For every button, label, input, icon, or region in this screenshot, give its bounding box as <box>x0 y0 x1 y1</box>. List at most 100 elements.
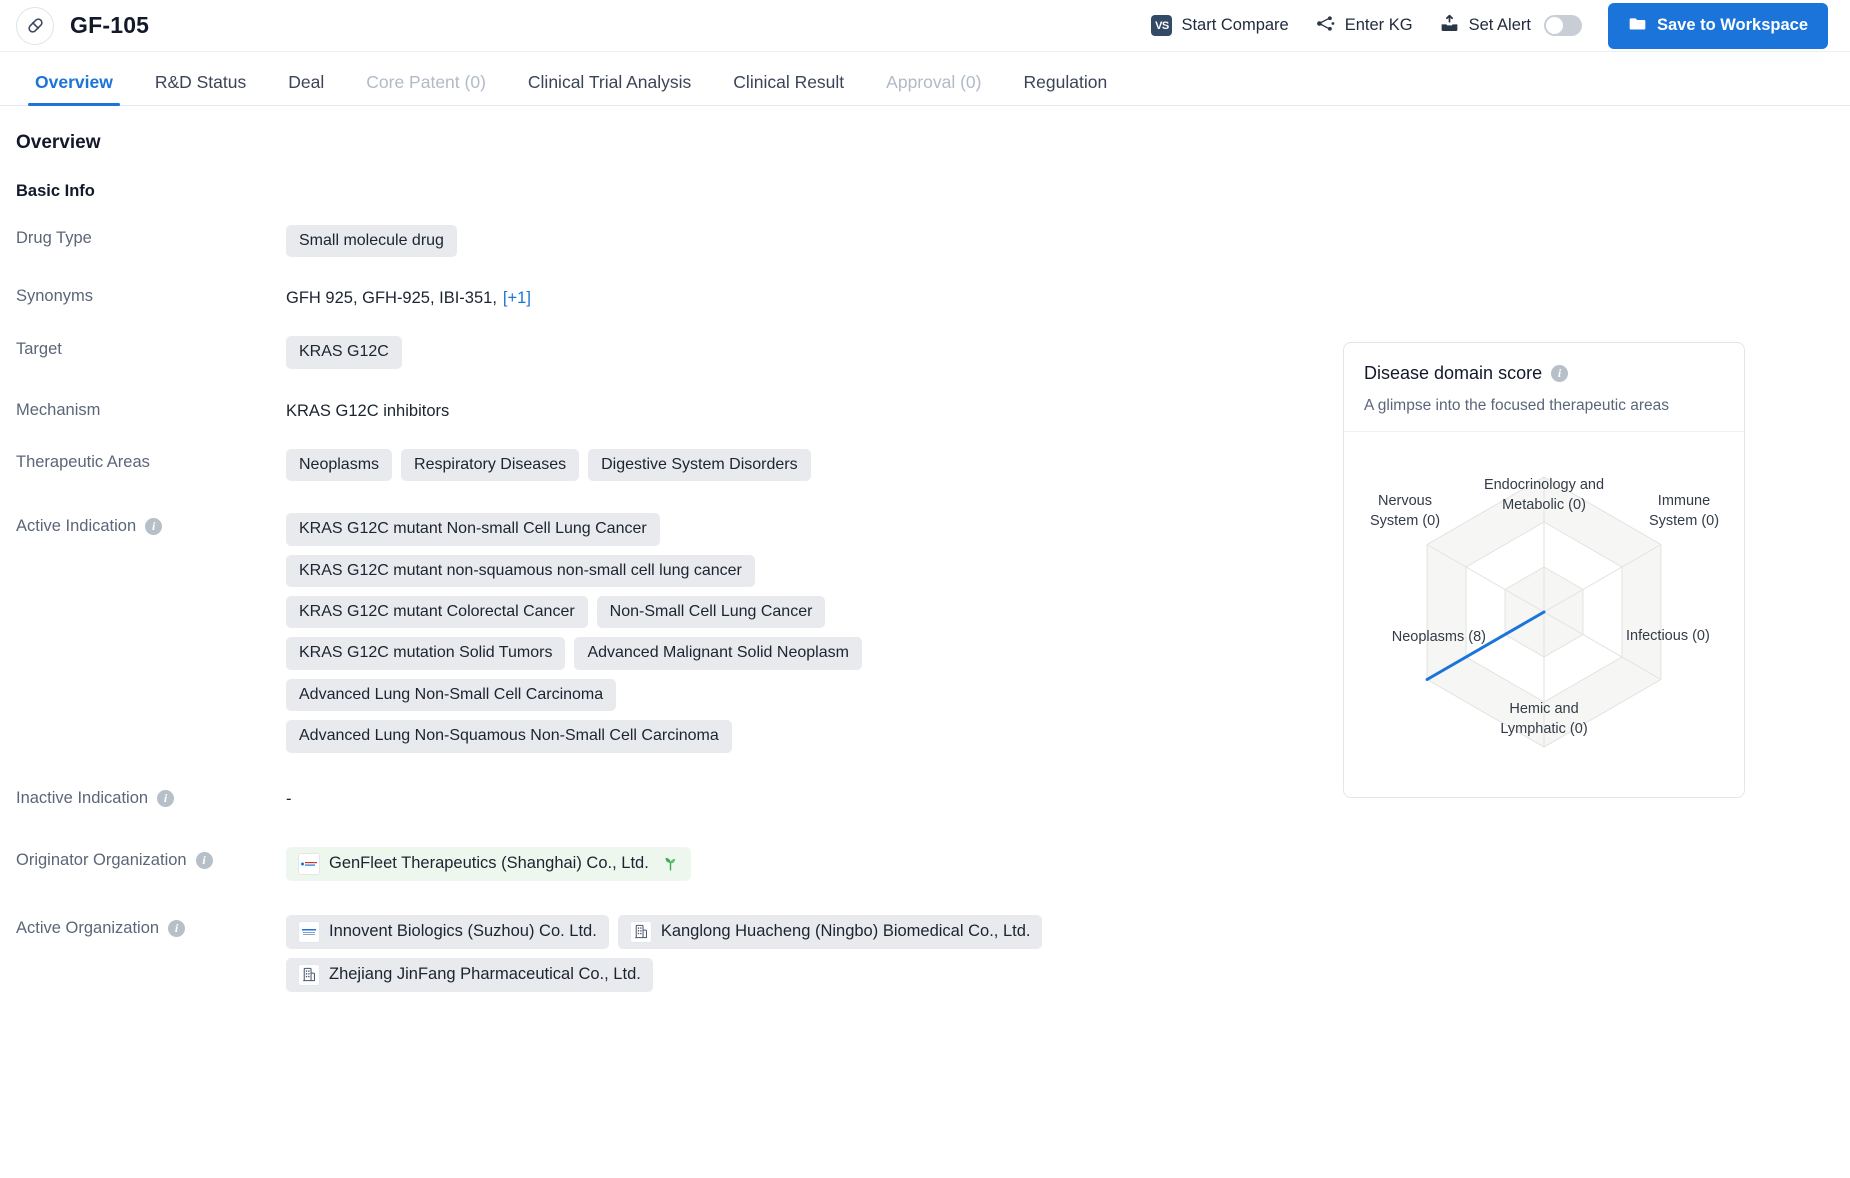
tag-active-organization[interactable]: Kanglong Huacheng (Ningbo) Biomedical Co… <box>617 914 1043 949</box>
row-active-organization: Active Organization i Innovent Biologics… <box>0 913 1130 992</box>
alert-inbox-icon <box>1439 13 1460 39</box>
value-drug-type: Small molecule drug <box>286 223 1130 258</box>
pill-icon <box>16 6 54 45</box>
tag-active-indication[interactable]: KRAS G12C mutant non-squamous non-small … <box>286 554 755 587</box>
tag-active-organization[interactable]: Innovent Biologics (Suzhou) Co. Ltd. <box>286 914 609 949</box>
tag-originator-organization[interactable]: GenFleet Therapeutics (Shanghai) Co., Lt… <box>286 846 691 881</box>
radar-label-endocrinology: Endocrinology and Metabolic (0) <box>1483 477 1605 513</box>
row-active-indication: Active Indication i KRAS G12C mutant Non… <box>0 511 1130 753</box>
tab-approval[interactable]: Approval (0) <box>865 73 1002 106</box>
organization-line: Innovent Biologics (Suzhou) Co. Ltd. Kan… <box>286 914 1130 949</box>
save-to-workspace-button[interactable]: Save to Workspace <box>1607 2 1828 49</box>
value-inactive-indication: - <box>286 789 292 808</box>
radar-chart: Endocrinology and Metabolic (0) Immune S… <box>1344 432 1744 792</box>
row-mechanism: Mechanism KRAS G12C inhibitors <box>0 395 1130 421</box>
score-card-title: Disease domain score <box>1364 363 1543 383</box>
tag-active-indication[interactable]: Advanced Lung Non-Small Cell Carcinoma <box>286 678 617 712</box>
basic-info-rows: Drug Type Small molecule drug Synonyms G… <box>0 223 1130 992</box>
info-icon[interactable]: i <box>145 518 163 536</box>
active-organization-name: Zhejiang JinFang Pharmaceutical Co., Ltd… <box>329 965 641 984</box>
radar-label-immune: Immune System (0) <box>1648 493 1720 529</box>
radar-label-infectious: Infectious (0) <box>1626 628 1710 644</box>
building-icon <box>629 920 652 943</box>
indication-line: KRAS G12C mutant non-squamous non-small … <box>286 554 1130 587</box>
tag-therapeutic-area[interactable]: Respiratory Diseases <box>401 448 580 482</box>
info-icon[interactable]: i <box>157 789 175 807</box>
synonyms-text: GFH 925, GFH-925, IBI-351, <box>286 289 497 308</box>
start-compare-button[interactable]: VS Start Compare <box>1151 15 1289 36</box>
building-icon <box>298 963 320 986</box>
folder-icon <box>1628 14 1647 38</box>
value-therapeutic-areas: Neoplasms Respiratory Diseases Digestive… <box>286 447 1130 482</box>
score-card-header: Disease domain score i A glimpse into th… <box>1344 343 1744 432</box>
label-mechanism: Mechanism <box>16 400 101 419</box>
row-inactive-indication: Inactive Indication i - <box>0 783 1130 809</box>
tab-overview[interactable]: Overview <box>14 73 134 106</box>
label-inactive-indication: Inactive Indication i <box>0 783 286 808</box>
info-icon[interactable]: i <box>1551 365 1569 382</box>
tag-active-indication[interactable]: Advanced Lung Non-Squamous Non-Small Cel… <box>286 720 732 753</box>
tag-therapeutic-area[interactable]: Neoplasms <box>286 448 393 482</box>
active-organization-name: Kanglong Huacheng (Ningbo) Biomedical Co… <box>660 922 1031 941</box>
synonyms-more-link[interactable]: [+1] <box>503 289 531 307</box>
tab-core-patent[interactable]: Core Patent (0) <box>345 73 507 106</box>
tab-clinical-trial-analysis[interactable]: Clinical Trial Analysis <box>507 73 712 106</box>
company-logo <box>298 920 320 943</box>
label-originator-organization: Originator Organization i <box>0 845 286 870</box>
label-therapeutic-areas: Therapeutic Areas <box>16 452 150 471</box>
active-organization-name: Innovent Biologics (Suzhou) Co. Ltd. <box>329 922 597 941</box>
tag-active-indication[interactable]: KRAS G12C mutant Colorectal Cancer <box>286 595 588 629</box>
organization-line: Zhejiang JinFang Pharmaceutical Co., Ltd… <box>286 957 1130 992</box>
enter-kg-label: Enter KG <box>1344 16 1413 34</box>
info-icon[interactable]: i <box>195 851 213 869</box>
tab-rd-status[interactable]: R&D Status <box>134 73 267 106</box>
set-alert-control[interactable]: Set Alert <box>1439 13 1582 39</box>
indication-line: KRAS G12C mutant Non-small Cell Lung Can… <box>286 513 1130 546</box>
row-target: Target KRAS G12C <box>0 334 1130 369</box>
label-drug-type: Drug Type <box>16 229 92 247</box>
tag-drug-type[interactable]: Small molecule drug <box>286 225 457 258</box>
row-drug-type: Drug Type Small molecule drug <box>0 223 1130 258</box>
label-target: Target <box>16 340 62 359</box>
enter-kg-button[interactable]: Enter KG <box>1315 13 1413 39</box>
tag-active-organization[interactable]: Zhejiang JinFang Pharmaceutical Co., Ltd… <box>286 957 653 992</box>
page-title: GF-105 <box>70 12 150 38</box>
set-alert-toggle[interactable] <box>1543 15 1582 36</box>
indication-line: Advanced Lung Non-Squamous Non-Small Cel… <box>286 720 1130 753</box>
section-title-overview: Overview <box>16 132 101 153</box>
tag-target[interactable]: KRAS G12C <box>286 336 402 369</box>
subsection-title-basic-info: Basic Info <box>16 182 95 200</box>
value-mechanism: KRAS G12C inhibitors <box>286 401 450 420</box>
disease-domain-score-card: Disease domain score i A glimpse into th… <box>1343 342 1745 798</box>
tag-active-indication[interactable]: Advanced Malignant Solid Neoplasm <box>574 637 862 670</box>
tag-active-indication[interactable]: KRAS G12C mutant Non-small Cell Lung Can… <box>286 513 660 546</box>
value-synonyms: GFH 925, GFH-925, IBI-351, [+1] <box>286 281 1130 308</box>
save-to-workspace-label: Save to Workspace <box>1656 16 1808 34</box>
tab-bar: Overview R&D Status Deal Core Patent (0)… <box>0 52 1850 106</box>
label-synonyms: Synonyms <box>16 287 94 306</box>
knowledge-graph-icon <box>1315 13 1336 39</box>
tag-active-indication[interactable]: Non-Small Cell Lung Cancer <box>596 595 826 629</box>
tab-regulation[interactable]: Regulation <box>1003 73 1129 106</box>
synonyms-text-wrap: GFH 925, GFH-925, IBI-351, [+1] <box>286 283 531 308</box>
sprout-icon <box>662 855 679 872</box>
value-originator-organization: GenFleet Therapeutics (Shanghai) Co., Lt… <box>286 845 1130 881</box>
label-active-organization: Active Organization i <box>0 913 286 938</box>
row-originator-organization: Originator Organization i GenFleet Thera… <box>0 845 1130 881</box>
originator-organization-name: GenFleet Therapeutics (Shanghai) Co., Lt… <box>329 854 649 873</box>
set-alert-label: Set Alert <box>1468 16 1531 34</box>
radar-label-nervous: Nervous System (0) <box>1369 493 1441 529</box>
value-active-organization: Innovent Biologics (Suzhou) Co. Ltd. Kan… <box>286 913 1130 992</box>
vs-icon: VS <box>1151 15 1173 36</box>
tag-active-indication[interactable]: KRAS G12C mutation Solid Tumors <box>286 637 566 670</box>
info-icon[interactable]: i <box>168 919 186 937</box>
tab-clinical-result[interactable]: Clinical Result <box>712 73 865 106</box>
company-logo <box>298 852 320 875</box>
radar-label-neoplasms: Neoplasms (8) <box>1391 629 1486 645</box>
radar-label-hemic: Hemic and Lymphatic (0) <box>1500 701 1588 737</box>
tag-therapeutic-area[interactable]: Digestive System Disorders <box>588 448 811 482</box>
tab-deal[interactable]: Deal <box>267 73 345 106</box>
label-active-indication: Active Indication i <box>0 511 286 536</box>
value-target: KRAS G12C <box>286 334 1130 369</box>
start-compare-label: Start Compare <box>1181 16 1289 34</box>
